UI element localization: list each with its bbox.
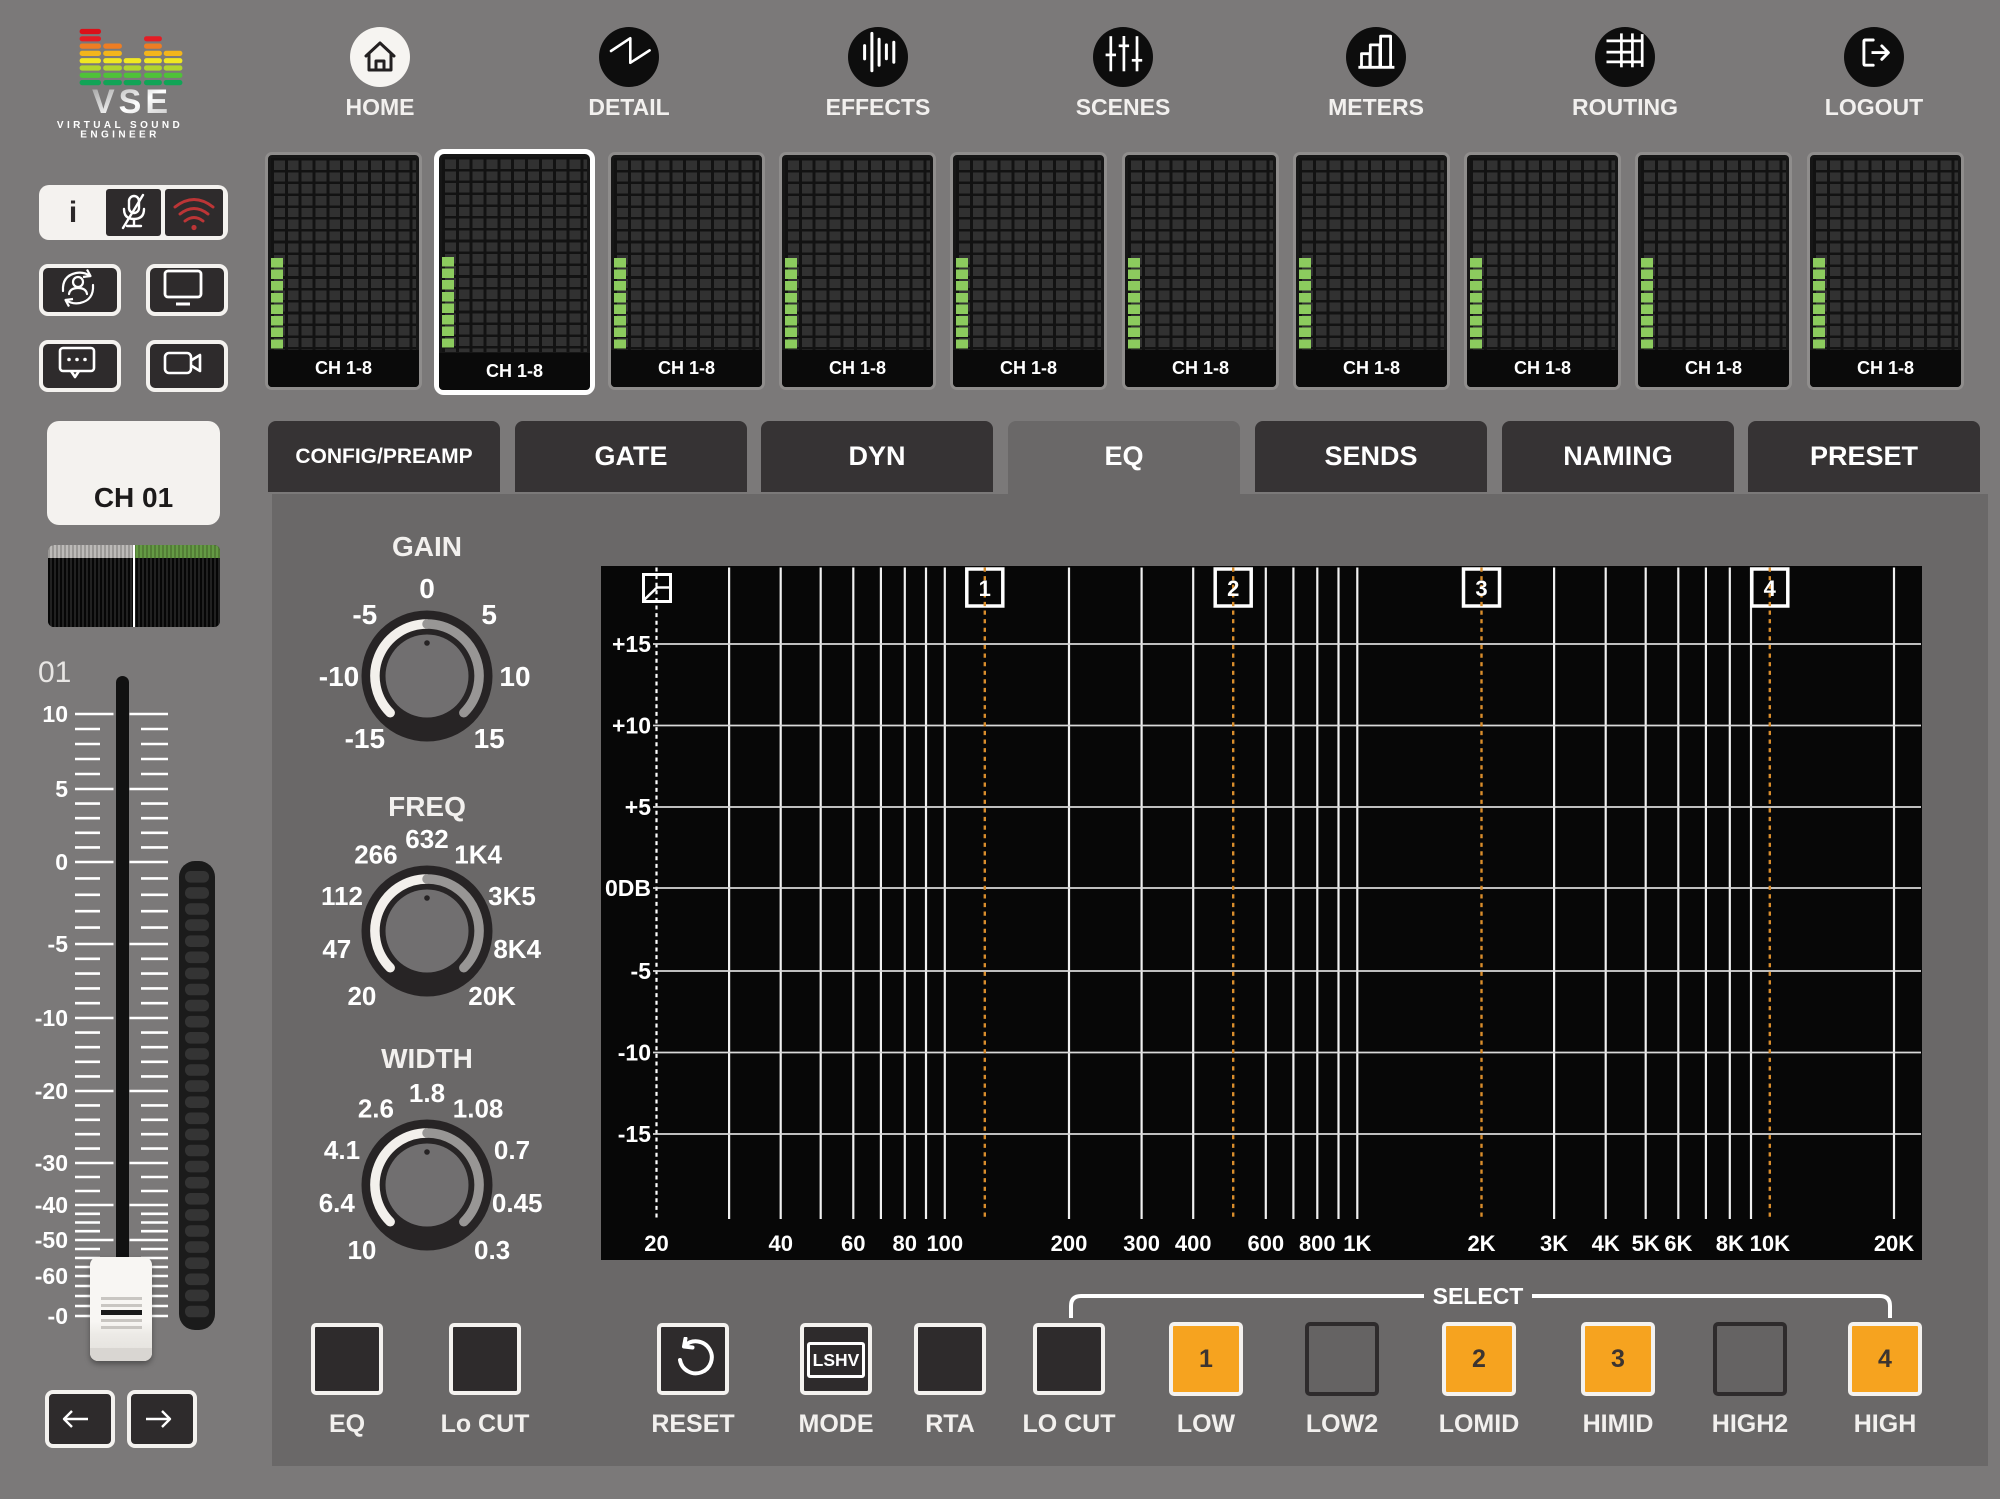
svg-text:+5: +5 — [625, 794, 651, 820]
svg-text:-10: -10 — [35, 1005, 68, 1031]
svg-text:2: 2 — [1227, 576, 1239, 601]
svg-text:10K: 10K — [1750, 1231, 1790, 1256]
svg-text:20: 20 — [347, 981, 376, 1011]
svg-text:1.8: 1.8 — [409, 1078, 445, 1108]
svg-text:10: 10 — [347, 1235, 376, 1265]
svg-text:-5: -5 — [48, 931, 69, 957]
svg-text:3K: 3K — [1540, 1231, 1568, 1256]
svg-text:8K: 8K — [1716, 1231, 1744, 1256]
svg-text:112: 112 — [321, 881, 363, 911]
svg-text:+15: +15 — [612, 631, 651, 657]
svg-text:-20: -20 — [35, 1078, 68, 1104]
svg-text:100: 100 — [926, 1231, 963, 1256]
svg-text:5K: 5K — [1632, 1231, 1660, 1256]
svg-text:-15: -15 — [345, 723, 385, 754]
svg-text:4: 4 — [1764, 576, 1777, 601]
svg-text:-5: -5 — [352, 599, 377, 630]
svg-text:-50: -50 — [35, 1227, 68, 1253]
svg-text:60: 60 — [841, 1231, 865, 1256]
svg-text:40: 40 — [768, 1231, 792, 1256]
svg-text:1K: 1K — [1343, 1231, 1371, 1256]
svg-text:20: 20 — [644, 1231, 668, 1256]
svg-text:3: 3 — [1475, 576, 1487, 601]
svg-text:80: 80 — [893, 1231, 917, 1256]
svg-text:VSE: VSE — [92, 83, 172, 121]
svg-text:20K: 20K — [1874, 1231, 1914, 1256]
svg-text:-0: -0 — [48, 1303, 68, 1329]
svg-text:4.1: 4.1 — [324, 1135, 360, 1165]
svg-text:266: 266 — [354, 840, 397, 870]
svg-text:3K5: 3K5 — [488, 881, 536, 911]
svg-text:-15: -15 — [618, 1121, 651, 1147]
svg-text:300: 300 — [1123, 1231, 1160, 1256]
svg-text:0: 0 — [419, 573, 435, 604]
svg-text:5: 5 — [55, 776, 68, 802]
svg-text:10: 10 — [42, 701, 68, 727]
svg-text:600: 600 — [1247, 1231, 1284, 1256]
svg-text:800: 800 — [1299, 1231, 1336, 1256]
svg-text:0: 0 — [55, 849, 68, 875]
svg-text:-40: -40 — [35, 1192, 68, 1218]
svg-text:-30: -30 — [35, 1150, 68, 1176]
svg-text:15: 15 — [474, 723, 505, 754]
svg-text:+10: +10 — [612, 713, 651, 739]
svg-text:10: 10 — [499, 661, 530, 692]
svg-text:-5: -5 — [631, 958, 652, 984]
svg-text:2K: 2K — [1467, 1231, 1495, 1256]
svg-text:8K4: 8K4 — [493, 934, 541, 964]
svg-text:400: 400 — [1175, 1231, 1212, 1256]
svg-text:47: 47 — [322, 934, 351, 964]
svg-text:-60: -60 — [35, 1263, 68, 1289]
svg-text:-10: -10 — [319, 661, 359, 692]
svg-text:1.08: 1.08 — [453, 1094, 504, 1124]
svg-text:6.4: 6.4 — [319, 1188, 356, 1218]
svg-text:200: 200 — [1051, 1231, 1088, 1256]
svg-text:0.45: 0.45 — [492, 1188, 543, 1218]
svg-text:1K4: 1K4 — [454, 840, 502, 870]
svg-text:1: 1 — [979, 576, 991, 601]
svg-text:SELECT: SELECT — [1433, 1285, 1524, 1309]
svg-text:4K: 4K — [1592, 1231, 1620, 1256]
svg-text:2.6: 2.6 — [358, 1094, 394, 1124]
svg-text:0.7: 0.7 — [494, 1135, 530, 1165]
svg-text:0DB: 0DB — [605, 875, 651, 901]
svg-text:ENGINEER: ENGINEER — [80, 129, 159, 140]
svg-text:20K: 20K — [468, 981, 516, 1011]
svg-text:0.3: 0.3 — [474, 1235, 510, 1265]
svg-text:6K: 6K — [1664, 1231, 1692, 1256]
svg-text:632: 632 — [405, 824, 448, 854]
svg-text:-10: -10 — [618, 1040, 651, 1066]
svg-text:5: 5 — [481, 599, 497, 630]
